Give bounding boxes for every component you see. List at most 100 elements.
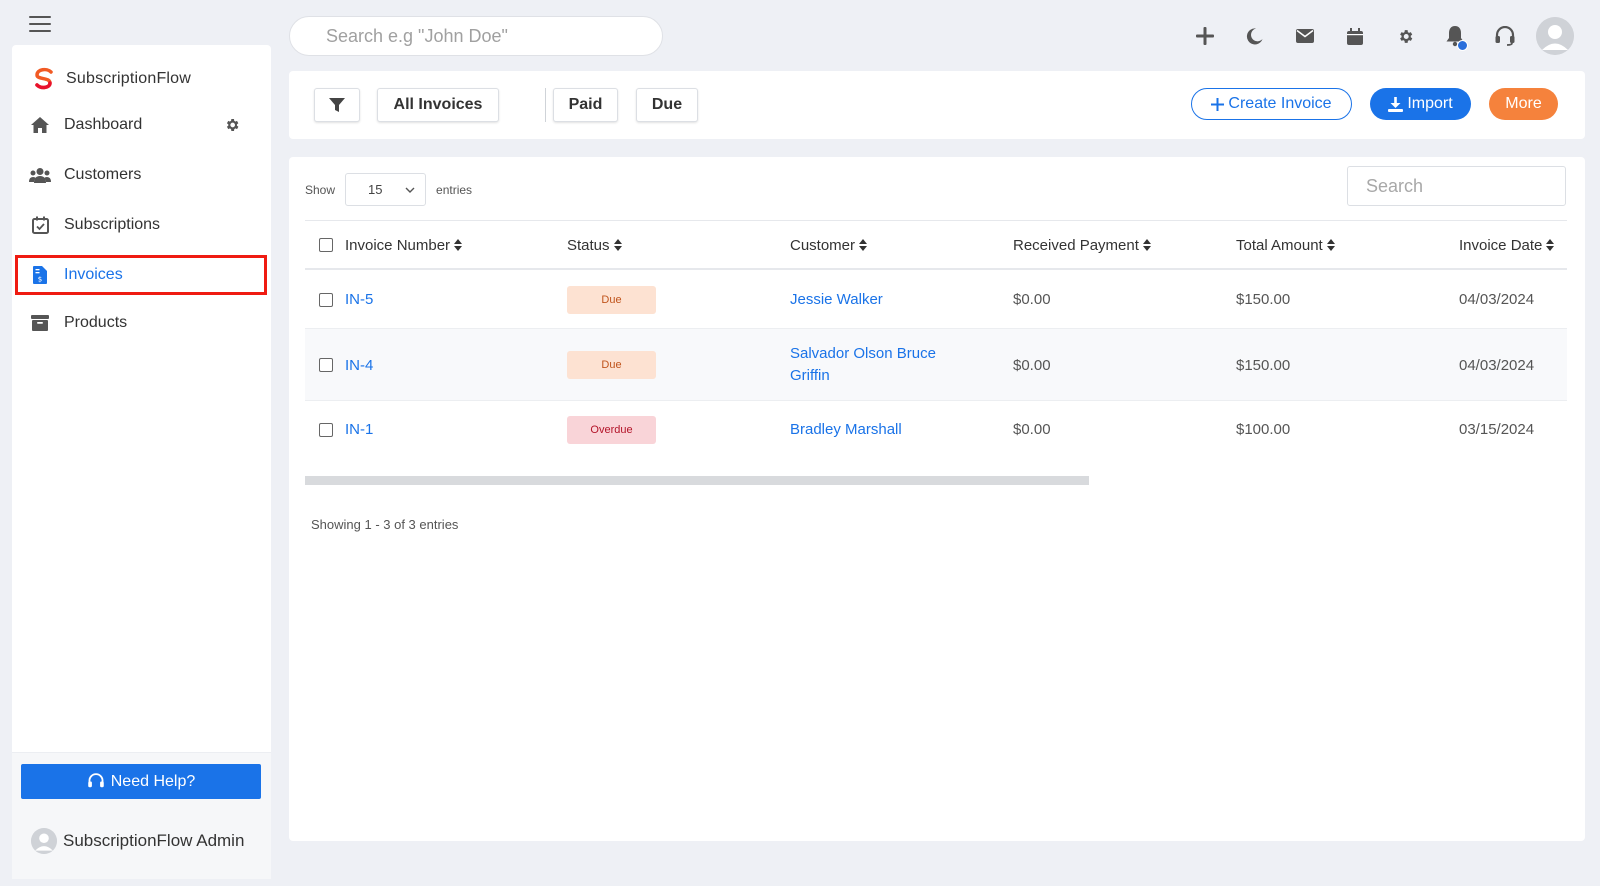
admin-avatar <box>31 828 57 854</box>
invoice-date: 03/15/2024 <box>1459 421 1535 438</box>
sort-icon <box>1546 239 1555 251</box>
user-avatar[interactable] <box>1536 17 1574 55</box>
invoice-table: Invoice Number Status Customer Received … <box>305 220 1567 458</box>
table-row[interactable]: IN-5 Due Jessie Walker $0.00 $150.00 04/… <box>305 270 1567 329</box>
admin-name: SubscriptionFlow Admin <box>63 831 245 850</box>
home-icon <box>28 116 52 134</box>
headset-icon <box>87 773 104 788</box>
sidebar-item-label: Dashboard <box>64 116 143 133</box>
sidebar-item-label: Customers <box>64 166 142 183</box>
gear-icon[interactable] <box>1380 14 1430 58</box>
invoice-date: 04/03/2024 <box>1459 356 1535 374</box>
sort-icon <box>1142 239 1151 251</box>
mail-icon[interactable] <box>1280 14 1330 58</box>
column-customer[interactable]: Customer <box>790 221 868 269</box>
sidebar-footer: Need Help? SubscriptionFlow Admin <box>12 752 271 879</box>
column-received-payment[interactable]: Received Payment <box>1013 221 1151 269</box>
brand-logo-icon <box>35 67 53 90</box>
customer-link[interactable]: Bradley Marshall <box>790 401 902 458</box>
table-search-input[interactable] <box>1347 166 1566 206</box>
column-status[interactable]: Status <box>567 221 622 269</box>
create-invoice-button[interactable]: Create Invoice <box>1191 88 1352 120</box>
notification-badge <box>1457 40 1468 51</box>
sort-icon <box>454 239 463 251</box>
column-total-amount[interactable]: Total Amount <box>1236 221 1335 269</box>
sidebar-item-label: Products <box>64 314 128 331</box>
entries-value: 15 <box>368 182 383 197</box>
moon-icon[interactable] <box>1230 14 1280 58</box>
total-amount: $150.00 <box>1236 291 1291 308</box>
admin-profile[interactable]: SubscriptionFlow Admin <box>31 828 244 854</box>
select-all-checkbox[interactable] <box>319 238 333 252</box>
header-actions <box>1180 14 1574 58</box>
sidebar-item-invoices[interactable]: $ Invoices <box>15 255 267 295</box>
column-invoice-number[interactable]: Invoice Number <box>345 221 463 269</box>
all-invoices-filter[interactable]: All Invoices <box>377 88 499 122</box>
table-header: Invoice Number Status Customer Received … <box>305 220 1567 270</box>
total-amount: $150.00 <box>1236 356 1291 374</box>
filter-icon <box>329 98 345 112</box>
headset-icon[interactable] <box>1480 14 1530 58</box>
sidebar-item-subscriptions[interactable]: Subscriptions <box>28 205 258 245</box>
paid-filter[interactable]: Paid <box>553 88 618 122</box>
create-invoice-label: Create Invoice <box>1228 95 1332 112</box>
brand-name: SubscriptionFlow <box>66 70 192 87</box>
invoice-table-panel: Show 15 entries Invoice Number Status Cu… <box>289 157 1585 841</box>
plus-icon[interactable] <box>1180 14 1230 58</box>
row-checkbox[interactable] <box>319 292 333 307</box>
invoice-date: 04/03/2024 <box>1459 291 1535 308</box>
need-help-button[interactable]: Need Help? <box>21 764 261 799</box>
sidebar: SubscriptionFlow Dashboard Customers Sub… <box>12 45 271 879</box>
entries-control: Show 15 entries <box>305 173 472 206</box>
table-row[interactable]: IN-4 Due Salvador Olson Bruce Griffin $0… <box>305 329 1567 401</box>
entries-label: entries <box>436 182 473 197</box>
column-label: Total Amount <box>1236 236 1323 254</box>
global-search-input[interactable] <box>289 16 663 56</box>
customer-link[interactable]: Jessie Walker <box>790 270 883 329</box>
invoice-toolbar: All Invoices Paid Due Create Invoice Imp… <box>289 71 1585 139</box>
download-icon <box>1388 96 1404 112</box>
invoice-number-link[interactable]: IN-1 <box>345 401 373 458</box>
total-amount: $100.00 <box>1236 421 1291 438</box>
horizontal-scrollbar[interactable] <box>305 476 1089 485</box>
hamburger-menu-icon[interactable] <box>29 16 51 32</box>
import-label: Import <box>1407 95 1453 112</box>
toolbar-divider <box>545 88 546 122</box>
customer-link[interactable]: Salvador Olson Bruce Griffin <box>790 329 965 401</box>
column-label: Invoice Number <box>345 236 451 254</box>
column-invoice-date[interactable]: Invoice Date <box>1459 221 1555 269</box>
status-badge: Due <box>567 351 656 379</box>
brand[interactable]: SubscriptionFlow <box>32 67 191 91</box>
calendar-check-icon <box>28 216 52 234</box>
sidebar-item-customers[interactable]: Customers <box>28 155 258 195</box>
bell-icon[interactable] <box>1430 14 1480 58</box>
import-button[interactable]: Import <box>1370 88 1471 120</box>
chevron-down-icon <box>405 187 415 193</box>
sidebar-item-products[interactable]: Products <box>28 303 258 343</box>
sort-icon <box>613 239 622 251</box>
received-payment: $0.00 <box>1013 356 1051 374</box>
more-button[interactable]: More <box>1489 88 1558 120</box>
archive-icon <box>28 315 52 331</box>
column-label: Invoice Date <box>1459 236 1543 254</box>
pagination-info: Showing 1 - 3 of 3 entries <box>311 517 459 532</box>
row-checkbox[interactable] <box>319 422 333 437</box>
row-checkbox[interactable] <box>319 358 333 372</box>
calendar-icon[interactable] <box>1330 14 1380 58</box>
table-row[interactable]: IN-1 Overdue Bradley Marshall $0.00 $100… <box>305 401 1567 458</box>
due-filter[interactable]: Due <box>636 88 698 122</box>
dashboard-settings-gear-icon[interactable] <box>224 117 240 138</box>
invoice-number-link[interactable]: IN-4 <box>345 329 373 401</box>
sidebar-item-label: Invoices <box>64 266 123 283</box>
invoice-icon: $ <box>28 266 52 284</box>
received-payment: $0.00 <box>1013 291 1051 308</box>
received-payment: $0.00 <box>1013 421 1051 438</box>
sort-icon <box>1326 239 1335 251</box>
filter-button[interactable] <box>314 88 360 122</box>
svg-text:$: $ <box>38 276 42 284</box>
status-badge: Overdue <box>567 415 656 444</box>
users-icon <box>28 167 52 183</box>
entries-select[interactable]: 15 <box>345 173 427 206</box>
show-label: Show <box>305 182 336 197</box>
invoice-number-link[interactable]: IN-5 <box>345 270 373 329</box>
